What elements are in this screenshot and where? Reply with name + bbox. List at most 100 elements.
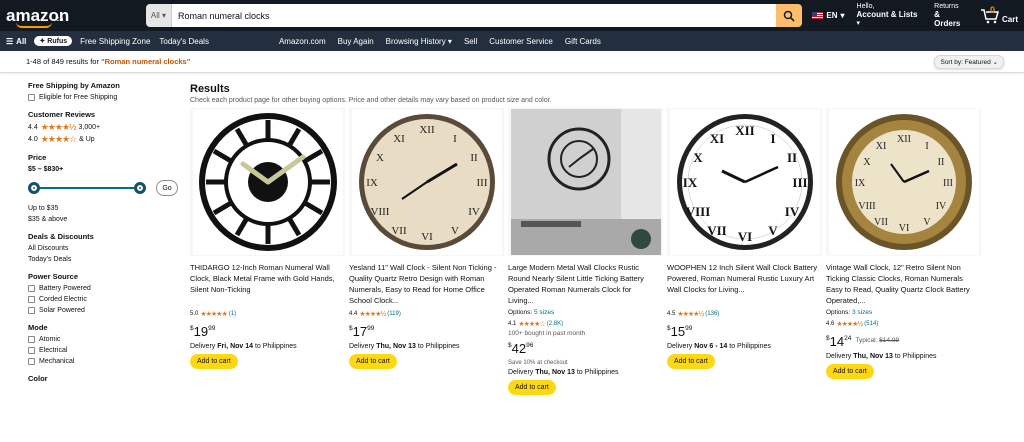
product-price: $14 24 Typical: $14.99 [826,334,981,349]
price-option-link[interactable]: Up to $35 [28,205,190,212]
review-filter-row[interactable]: 4.4 ★★★★½ 3,000+ [28,123,190,132]
sort-value: Featured [964,58,991,66]
clock-image-icon: XIIVI IX III III IVV VIIVIII XXI [828,109,979,255]
price-whole: 19 [193,324,209,339]
add-to-cart-button[interactable]: Add to cart [826,364,874,379]
results-info-bar: 1-48 of 849 results for "Roman numeral c… [0,51,1024,73]
search-category-select[interactable]: All ▾ [146,4,172,27]
checkbox[interactable] [28,296,35,303]
amazon-logo[interactable]: amazon .ca [6,2,69,30]
options-link[interactable]: 5 sizes [534,309,554,316]
filter-checkbox-battery[interactable]: Battery Powered [28,285,190,292]
us-flag-icon [812,12,824,19]
deals-option-link[interactable]: Today's Deals [28,256,190,263]
price-slider-min-handle[interactable] [28,182,40,194]
product-image[interactable]: XII VI IX III I II IV V VII VIII X XI [826,108,981,256]
filter-checkbox-free-shipping[interactable]: Eligible for Free Shipping [28,94,190,101]
svg-text:VII: VII [707,223,727,238]
product-rating[interactable]: 4.4 ★★★★½ (119) [349,309,504,318]
results-query: "Roman numeral clocks" [101,57,191,66]
product-title[interactable]: Yesland 11" Wall Clock - Silent Non Tick… [349,262,504,307]
svg-text:III: III [476,177,487,189]
product-title[interactable]: Vintage Wall Clock, 12" Retro Silent Non… [826,262,981,307]
rating-number: 4.5 [667,310,676,317]
review-filter-row[interactable]: 4.0 ★★★★☆ & Up [28,135,190,144]
product-rating[interactable]: 4.5 ★★★★½ (136) [667,309,822,318]
filter-checkbox-corded[interactable]: Corded Electric [28,296,190,303]
deals-option-link[interactable]: All Discounts [28,245,190,252]
product-rating[interactable]: 4.1 ★★★★☆ (2.8K) [508,319,663,328]
checkbox-label: Battery Powered [39,285,91,292]
results-content: Results Check each product page for othe… [190,73,1024,395]
product-title[interactable]: THIDARGO 12-Inch Roman Numeral Wall Cloc… [190,262,345,307]
star-rating-icon: ★★★★☆ [40,134,77,144]
subnav-link-buy-again[interactable]: Buy Again [338,37,374,46]
svg-text:IX: IX [682,175,697,190]
filter-checkbox-mechanical[interactable]: Mechanical [28,358,190,365]
subnav-link-amazon-com[interactable]: Amazon.com [279,37,326,46]
product-image[interactable] [190,108,345,256]
review-count: (119) [387,310,401,317]
all-menu-button[interactable]: ☰ All [6,37,26,46]
review-count: (136) [705,310,720,317]
price-whole: 14 [829,334,845,349]
product-price: $19 99 [190,324,345,339]
checkbox[interactable] [28,347,35,354]
filter-checkbox-electrical[interactable]: Electrical [28,347,190,354]
checkbox-label: Corded Electric [39,296,87,303]
options-link[interactable]: 3 sizes [852,309,872,316]
results-subheading: Check each product page for other buying… [190,97,552,104]
product-image[interactable]: XII VI IX III I II IV V VII VIII X XI [667,108,822,256]
svg-text:VII: VII [391,225,407,237]
price-slider[interactable]: Go [28,179,178,197]
price-go-button[interactable]: Go [156,180,178,196]
subnav-link-browsing-history[interactable]: Browsing History ▾ [386,37,452,46]
filter-checkbox-atomic[interactable]: Atomic [28,336,190,343]
checkbox[interactable] [28,285,35,292]
subnav-link-sell[interactable]: Sell [464,37,477,46]
product-rating[interactable]: 4.6 ★★★★½ (514) [826,319,981,328]
add-to-cart-button[interactable]: Add to cart [667,354,715,369]
search-input[interactable] [172,4,777,27]
account-menu[interactable]: Hello, Account & Lists ▾ [857,3,923,28]
product-options: Options: 3 sizes [826,309,981,316]
filter-heading: Power Source [28,272,79,281]
search-category-label: All [150,11,160,20]
product-image[interactable] [508,108,663,256]
language-selector[interactable]: EN ▾ [812,11,845,20]
add-to-cart-button[interactable]: Add to cart [190,354,238,369]
product-title[interactable]: Large Modern Metal Wall Clocks Rustic Ro… [508,262,663,307]
filter-heading: Free Shipping by Amazon [28,81,120,90]
search-icon [784,10,795,22]
svg-text:XII: XII [735,123,755,138]
add-to-cart-button[interactable]: Add to cart [508,380,556,395]
search-button[interactable] [776,4,803,27]
product-card: XII VI IX III I II IV V VII VIII X XI Yesland … [349,108,504,395]
filter-checkbox-solar[interactable]: Solar Powered [28,307,190,314]
sort-dropdown[interactable]: Sort by: Featured ⌄ [934,54,1004,69]
checkbox[interactable] [28,336,35,343]
checkbox[interactable] [28,94,35,101]
product-title[interactable]: WOOPHEN 12 Inch Silent Wall Clock Batter… [667,262,822,307]
star-rating-icon: ★★★★½ [836,320,863,328]
delivery-date: Thu, Nov 13 [376,343,416,350]
add-to-cart-button[interactable]: Add to cart [349,354,397,369]
cart-button[interactable]: 0 Cart [980,5,1018,24]
subnav-link-todays-deals[interactable]: Today's Deals [159,37,209,46]
delivery-prefix: Delivery [508,369,536,376]
subnav-link-free-shipping[interactable]: Free Shipping Zone [80,37,150,46]
product-rating[interactable]: 5.0 ★★★★★ (1) [190,309,345,318]
subnav-link-gift-cards[interactable]: Gift Cards [565,37,601,46]
product-image[interactable]: XII VI IX III I II IV V VII VIII X XI [349,108,504,256]
checkbox[interactable] [28,358,35,365]
svg-text:IX: IX [366,177,378,189]
price-option-link[interactable]: $35 & above [28,216,190,223]
price-slider-max-handle[interactable] [134,182,146,194]
delivery-info: Delivery Thu, Nov 13 to Philippines [349,343,504,350]
subnav-link-customer-service[interactable]: Customer Service [489,37,553,46]
svg-text:VIII: VIII [685,204,710,219]
returns-orders-link[interactable]: Returns & Orders [934,3,968,29]
rating-text: & Up [79,136,95,143]
checkbox[interactable] [28,307,35,314]
rufus-button[interactable]: ✦ Rufus [34,36,73,46]
